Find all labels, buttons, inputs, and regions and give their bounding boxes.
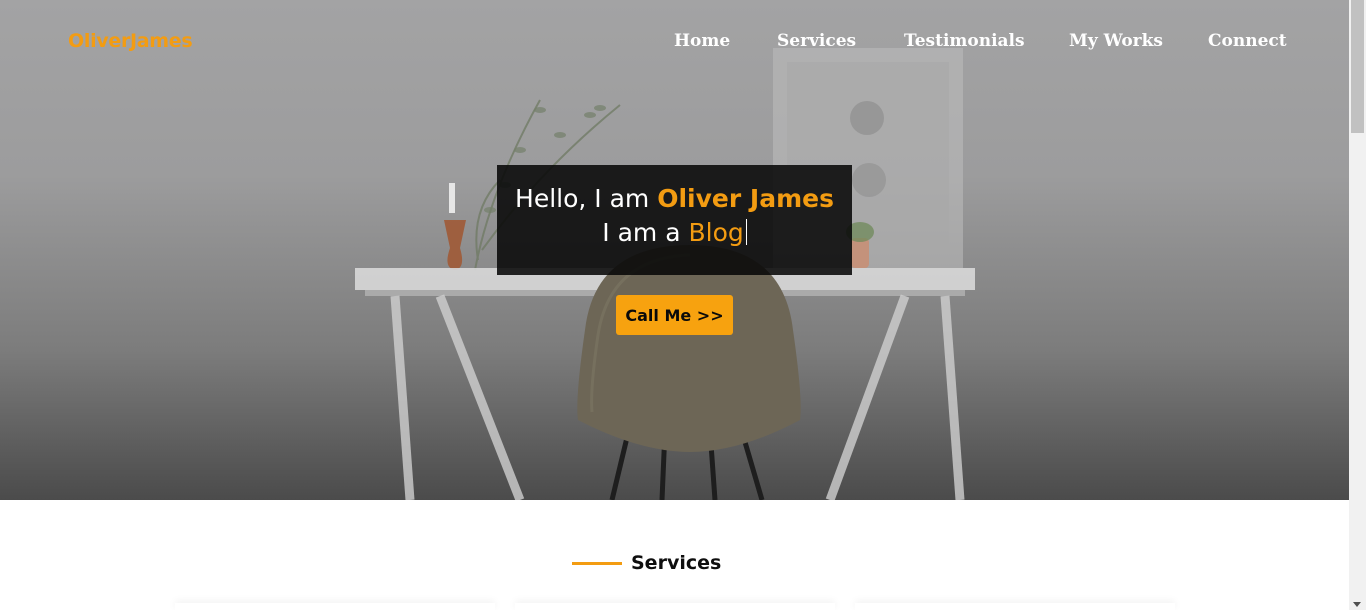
page-scrollbar[interactable] <box>1349 0 1366 610</box>
call-me-button[interactable]: Call Me >> <box>616 295 733 335</box>
role-line: I am a Blog <box>497 215 852 251</box>
services-title: Services <box>631 552 722 574</box>
nav-testimonials[interactable]: Testimonials <box>904 31 1025 51</box>
scrollbar-thumb[interactable] <box>1351 0 1364 133</box>
heading-accent-line <box>572 561 622 565</box>
service-card <box>855 603 1175 610</box>
hero-name: Oliver James <box>657 184 834 213</box>
greeting-text: Hello, I am <box>515 184 650 213</box>
role-prefix: I am a <box>602 218 681 247</box>
nav-home[interactable]: Home <box>674 31 730 51</box>
hero-section: OliverJames Home Services Testimonials M… <box>0 0 1349 500</box>
greeting-line: Hello, I am Oliver James <box>497 183 852 215</box>
site-logo[interactable]: OliverJames <box>68 30 193 52</box>
services-heading: Services <box>572 550 721 576</box>
nav-services[interactable]: Services <box>777 31 856 51</box>
intro-box: Hello, I am Oliver James I am a Blog <box>497 165 852 275</box>
typing-cursor <box>745 219 747 245</box>
typed-role: Blog <box>688 218 744 247</box>
nav-my-works[interactable]: My Works <box>1069 31 1163 51</box>
service-card <box>175 603 495 610</box>
chevron-down-icon[interactable] <box>1353 602 1361 607</box>
top-navigation: OliverJames Home Services Testimonials M… <box>0 0 1349 82</box>
service-card <box>515 603 835 610</box>
nav-connect[interactable]: Connect <box>1208 31 1287 51</box>
